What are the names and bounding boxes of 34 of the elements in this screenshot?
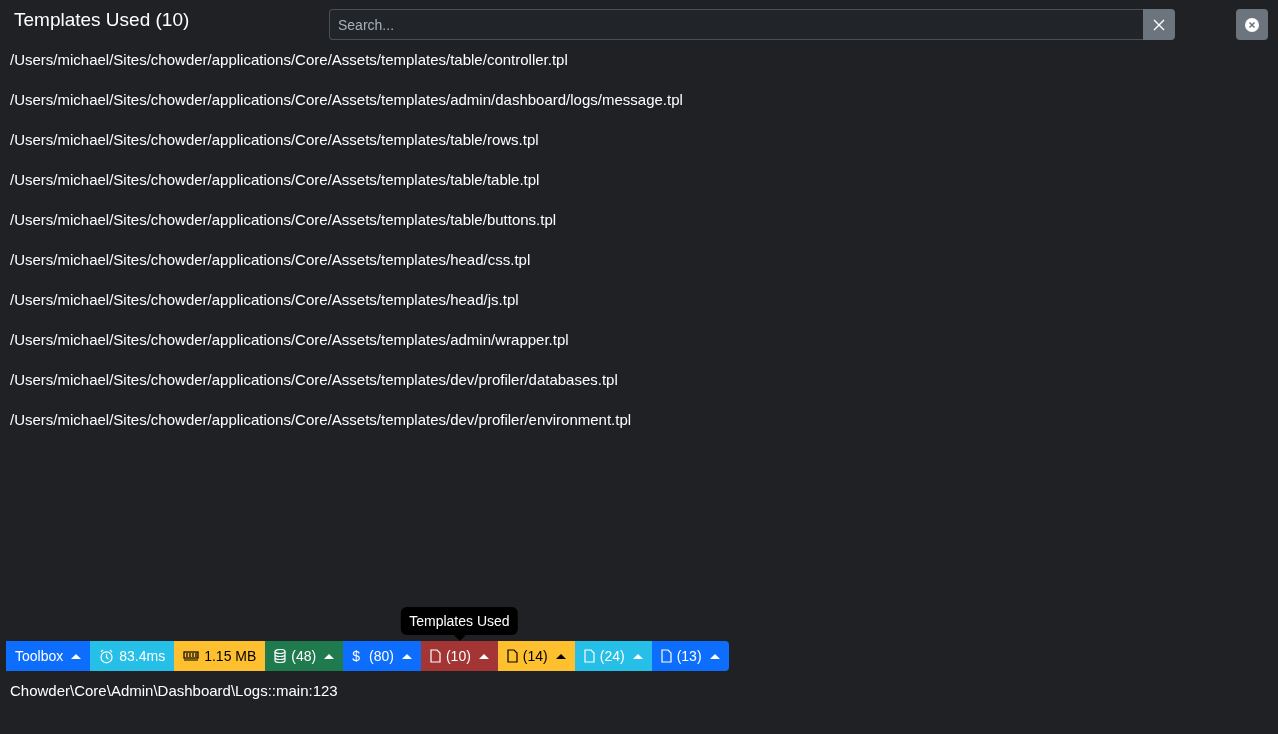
alarm-clock-icon: [99, 648, 115, 664]
template-path: /Users/michael/Sites/chowder/applications/Core/Assets/templates/head/js.tpl: [10, 290, 520, 310]
search-field[interactable]: Search...: [329, 9, 1143, 40]
file-icon: [429, 649, 441, 663]
memory-chip-icon: [183, 651, 200, 661]
clear-button[interactable]: [1143, 9, 1175, 40]
close-icon: [1153, 18, 1165, 31]
file-icon: [506, 649, 518, 663]
route-label: Chowder\Core\Admin\Dashboard\Logs::main:123: [10, 682, 338, 699]
database-icon: [274, 649, 287, 663]
dollar-icon: $: [352, 648, 361, 664]
template-path: /Users/michael/Sites/chowder/applications/Core/Assets/templates/table/buttons.tpl: [10, 210, 558, 230]
tooltip: Templates Used: [401, 607, 518, 635]
profiler-button[interactable]: (14): [497, 641, 575, 671]
profiler-button[interactable]: (13): [651, 641, 729, 671]
tooltip-arrow-icon: [453, 635, 466, 641]
template-path: /Users/michael/Sites/chowder/applications/Core/Assets/templates/table/rows.tpl: [10, 130, 540, 150]
template-path: /Users/michael/Sites/chowder/applications/Core/Assets/templates/admin/dashboard/logs/message.tpl: [10, 90, 684, 110]
profiler-button[interactable]: 1.15 MB: [174, 641, 266, 671]
file-icon: [583, 649, 595, 663]
template-path: /Users/michael/Sites/chowder/applications/Core/Assets/templates/dev/profiler/databases.tpl: [10, 370, 619, 390]
template-path: /Users/michael/Sites/chowder/applications/Core/Assets/templates/dev/profiler/environment.tpl: [10, 410, 633, 430]
profiler-button[interactable]: $ (80): [343, 641, 421, 671]
template-path: /Users/michael/Sites/chowder/applications/Core/Assets/templates/admin/wrapper.tpl: [10, 330, 570, 350]
panel-title: Templates Used (10): [14, 8, 191, 31]
template-path: /Users/michael/Sites/chowder/applications/Core/Assets/templates/head/css.tpl: [10, 250, 532, 270]
close-button[interactable]: [1236, 9, 1268, 40]
file-icon: [660, 649, 672, 663]
profiler-button[interactable]: (10): [420, 641, 498, 671]
template-path: /Users/michael/Sites/chowder/applications/Core/Assets/templates/table/table.tpl: [10, 170, 541, 190]
close-icon: [1245, 17, 1259, 32]
profiler-button[interactable]: (48): [265, 641, 344, 671]
template-path: /Users/michael/Sites/chowder/applications/Core/Assets/templates/table/controller.tpl: [10, 50, 569, 70]
toolbox-button[interactable]: Toolbox: [6, 641, 91, 671]
